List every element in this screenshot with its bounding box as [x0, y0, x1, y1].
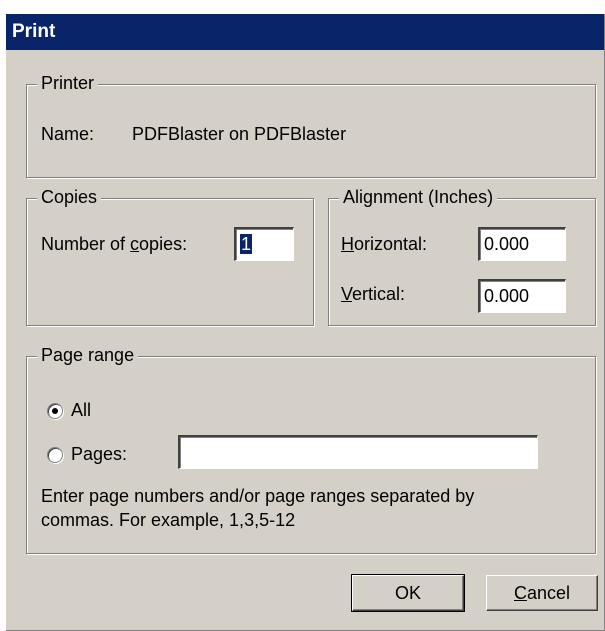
vertical-input[interactable]: 0.000 — [478, 279, 566, 313]
alignment-group: Alignment (Inches) Horizontal: 0.000 Ver… — [328, 187, 596, 326]
ok-button[interactable]: OK — [351, 574, 465, 612]
cancel-button[interactable]: Cancel — [486, 575, 598, 611]
copies-accel-key: c — [130, 234, 140, 254]
all-radio[interactable] — [47, 403, 63, 419]
copies-input[interactable]: 1 — [234, 227, 294, 261]
pages-input[interactable] — [178, 435, 538, 469]
page-range-legend: Page range — [37, 345, 139, 366]
print-dialog: Print Printer Name: PDFBlaster on PDFBla… — [6, 14, 605, 631]
pages-radio[interactable] — [47, 447, 63, 463]
page-range-hint-line2: commas. For example, 1,3,5-12 — [41, 510, 296, 530]
pages-radio-label[interactable]: Pages: — [71, 444, 127, 465]
copies-legend: Copies — [37, 187, 102, 208]
horizontal-label: Horizontal: — [341, 234, 428, 254]
number-of-copies-label: Number of copies: — [41, 234, 188, 254]
horizontal-input[interactable]: 0.000 — [478, 227, 566, 261]
horizontal-value: 0.000 — [484, 234, 530, 254]
vertical-label: Vertical: — [341, 284, 406, 304]
printer-group: Printer Name: PDFBlaster on PDFBlaster — [26, 73, 596, 178]
window-title: Print — [12, 21, 56, 42]
copies-value: 1 — [240, 234, 253, 254]
copies-group: Copies Number of copies: 1 — [26, 187, 314, 326]
page-range-group: Page range All Pages: Enter page numbers… — [26, 345, 596, 554]
vertical-value: 0.000 — [484, 286, 530, 306]
alignment-legend: Alignment (Inches) — [339, 187, 498, 208]
all-radio-label[interactable]: All — [71, 400, 91, 421]
printer-name-value: PDFBlaster on PDFBlaster — [132, 124, 347, 144]
page-range-hint-line1: Enter page numbers and/or page ranges se… — [41, 486, 475, 506]
title-bar[interactable]: Print — [6, 14, 604, 50]
printer-name-label: Name: — [41, 124, 95, 144]
printer-legend: Printer — [37, 73, 99, 94]
